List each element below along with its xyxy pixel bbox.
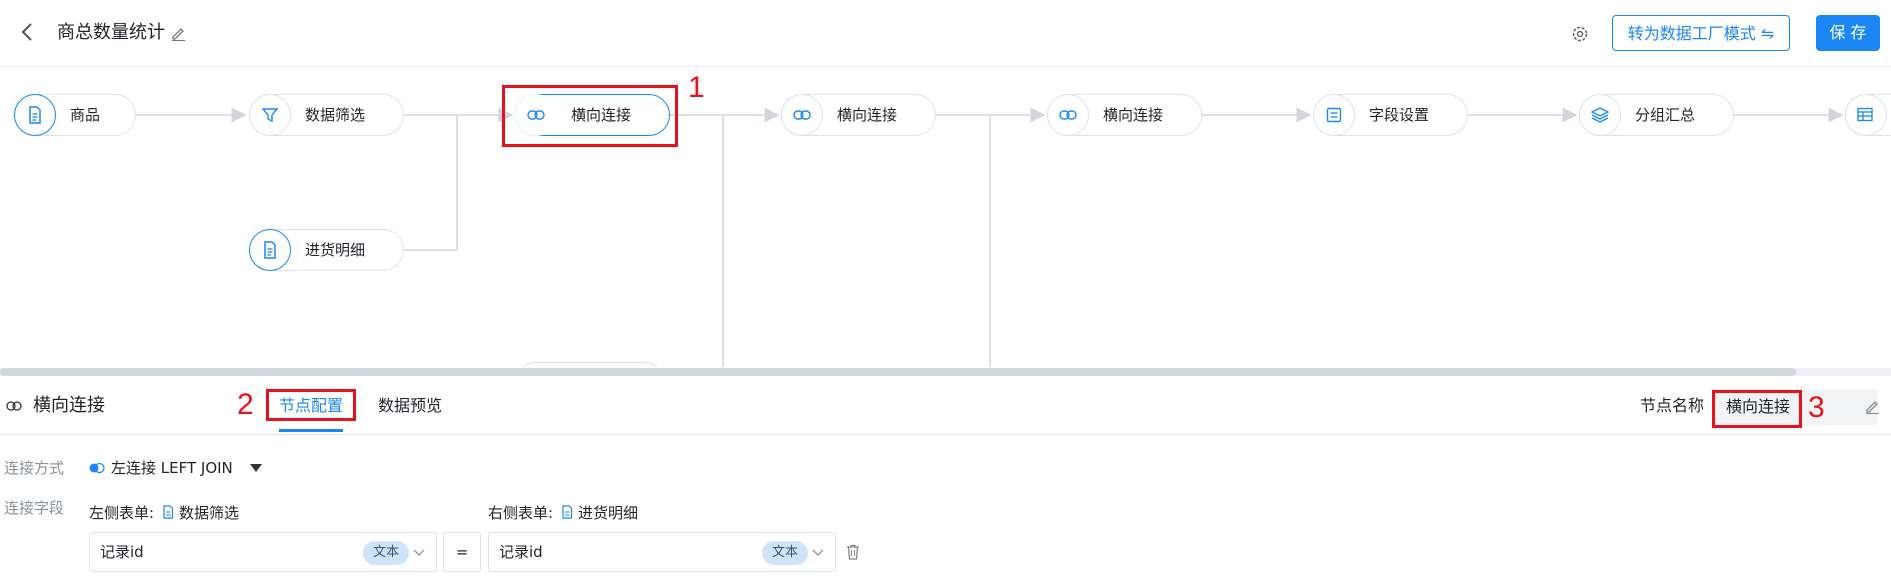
annotation-number-3: 3 — [1808, 391, 1825, 424]
caret-down-icon[interactable] — [249, 463, 263, 473]
left-table-label: 左侧表单: — [89, 504, 155, 522]
left-field-value: 记录id — [100, 543, 144, 561]
save-button[interactable]: 保 存 — [1816, 15, 1880, 51]
flow-node-group-summary[interactable]: 分组汇总 — [1579, 94, 1734, 136]
back-arrow-icon[interactable] — [18, 22, 38, 42]
node-label: 字段设置 — [1369, 106, 1430, 124]
scrollbar-thumb[interactable] — [0, 368, 1796, 376]
flow-node-purchase-detail[interactable]: 进货明细 — [249, 229, 404, 271]
flow-node-field-settings[interactable]: 字段设置 — [1313, 94, 1468, 136]
page-title: 商总数量统计 — [57, 22, 165, 43]
top-bar — [0, 0, 1891, 67]
table-output-icon — [1845, 94, 1887, 136]
flow-node-partial[interactable] — [515, 362, 665, 367]
switch-mode-button[interactable]: 转为数据工厂模式 ⇋ — [1612, 15, 1790, 51]
active-tab-indicator — [279, 429, 343, 432]
document-icon — [562, 505, 573, 519]
link-icon — [1047, 94, 1089, 136]
annotation-box-2 — [266, 389, 356, 421]
link-icon — [6, 401, 22, 411]
flow-node-product[interactable]: 商品 — [14, 94, 136, 136]
node-label: 数据筛选 — [305, 106, 366, 124]
chevron-down-icon — [812, 549, 824, 556]
document-icon — [14, 94, 56, 136]
node-name-label: 节点名称 — [1640, 396, 1705, 415]
annotation-number-1: 1 — [688, 71, 705, 104]
flow-node-output[interactable] — [1845, 94, 1891, 136]
annotation-number-2: 2 — [237, 388, 254, 421]
right-field-value: 记录id — [499, 543, 543, 561]
document-icon — [163, 505, 174, 519]
form-icon — [1313, 94, 1355, 136]
node-label: 分组汇总 — [1635, 106, 1696, 124]
flow-node-join-2[interactable]: 横向连接 — [781, 94, 936, 136]
chevron-down-icon — [413, 549, 425, 556]
flow-node-filter[interactable]: 数据筛选 — [249, 94, 404, 136]
tab-data-preview[interactable]: 数据预览 — [378, 393, 442, 419]
link-icon — [781, 94, 823, 136]
node-label: 商品 — [70, 106, 101, 124]
flow-node-join-3[interactable]: 横向连接 — [1047, 94, 1202, 136]
left-join-icon — [89, 462, 105, 474]
node-label: 横向连接 — [837, 106, 898, 124]
node-label: 进货明细 — [305, 241, 366, 259]
join-type-label: 连接方式 — [4, 459, 65, 477]
edit-icon[interactable] — [1864, 398, 1880, 414]
panel-title: 横向连接 — [33, 395, 105, 416]
trash-icon[interactable] — [846, 544, 860, 560]
field-type-badge: 文本 — [762, 541, 808, 565]
flow-canvas[interactable]: 商品 数据筛选 横向连接 横向连接 横向连接 字段设置 分组汇总 进货明细 1 — [0, 67, 1891, 367]
left-table-name: 数据筛选 — [179, 504, 240, 522]
join-field-label: 连接字段 — [4, 499, 65, 517]
join-type-select[interactable]: 左连接 LEFT JOIN — [111, 458, 233, 478]
left-field-select[interactable]: 记录id 文本 — [89, 532, 437, 572]
right-table-label: 右侧表单: — [488, 504, 554, 522]
node-label: 横向连接 — [1103, 106, 1164, 124]
right-field-select[interactable]: 记录id 文本 — [488, 532, 836, 572]
document-icon — [249, 229, 291, 271]
equals-operator: = — [443, 532, 481, 572]
layers-icon — [1579, 94, 1621, 136]
settings-gear-icon[interactable] — [1570, 24, 1590, 44]
annotation-box-1 — [502, 85, 678, 147]
annotation-box-3 — [1712, 390, 1802, 428]
field-type-badge: 文本 — [363, 541, 409, 565]
right-table-name: 进货明细 — [578, 504, 639, 522]
filter-icon — [249, 94, 291, 136]
edit-icon[interactable] — [170, 25, 186, 41]
